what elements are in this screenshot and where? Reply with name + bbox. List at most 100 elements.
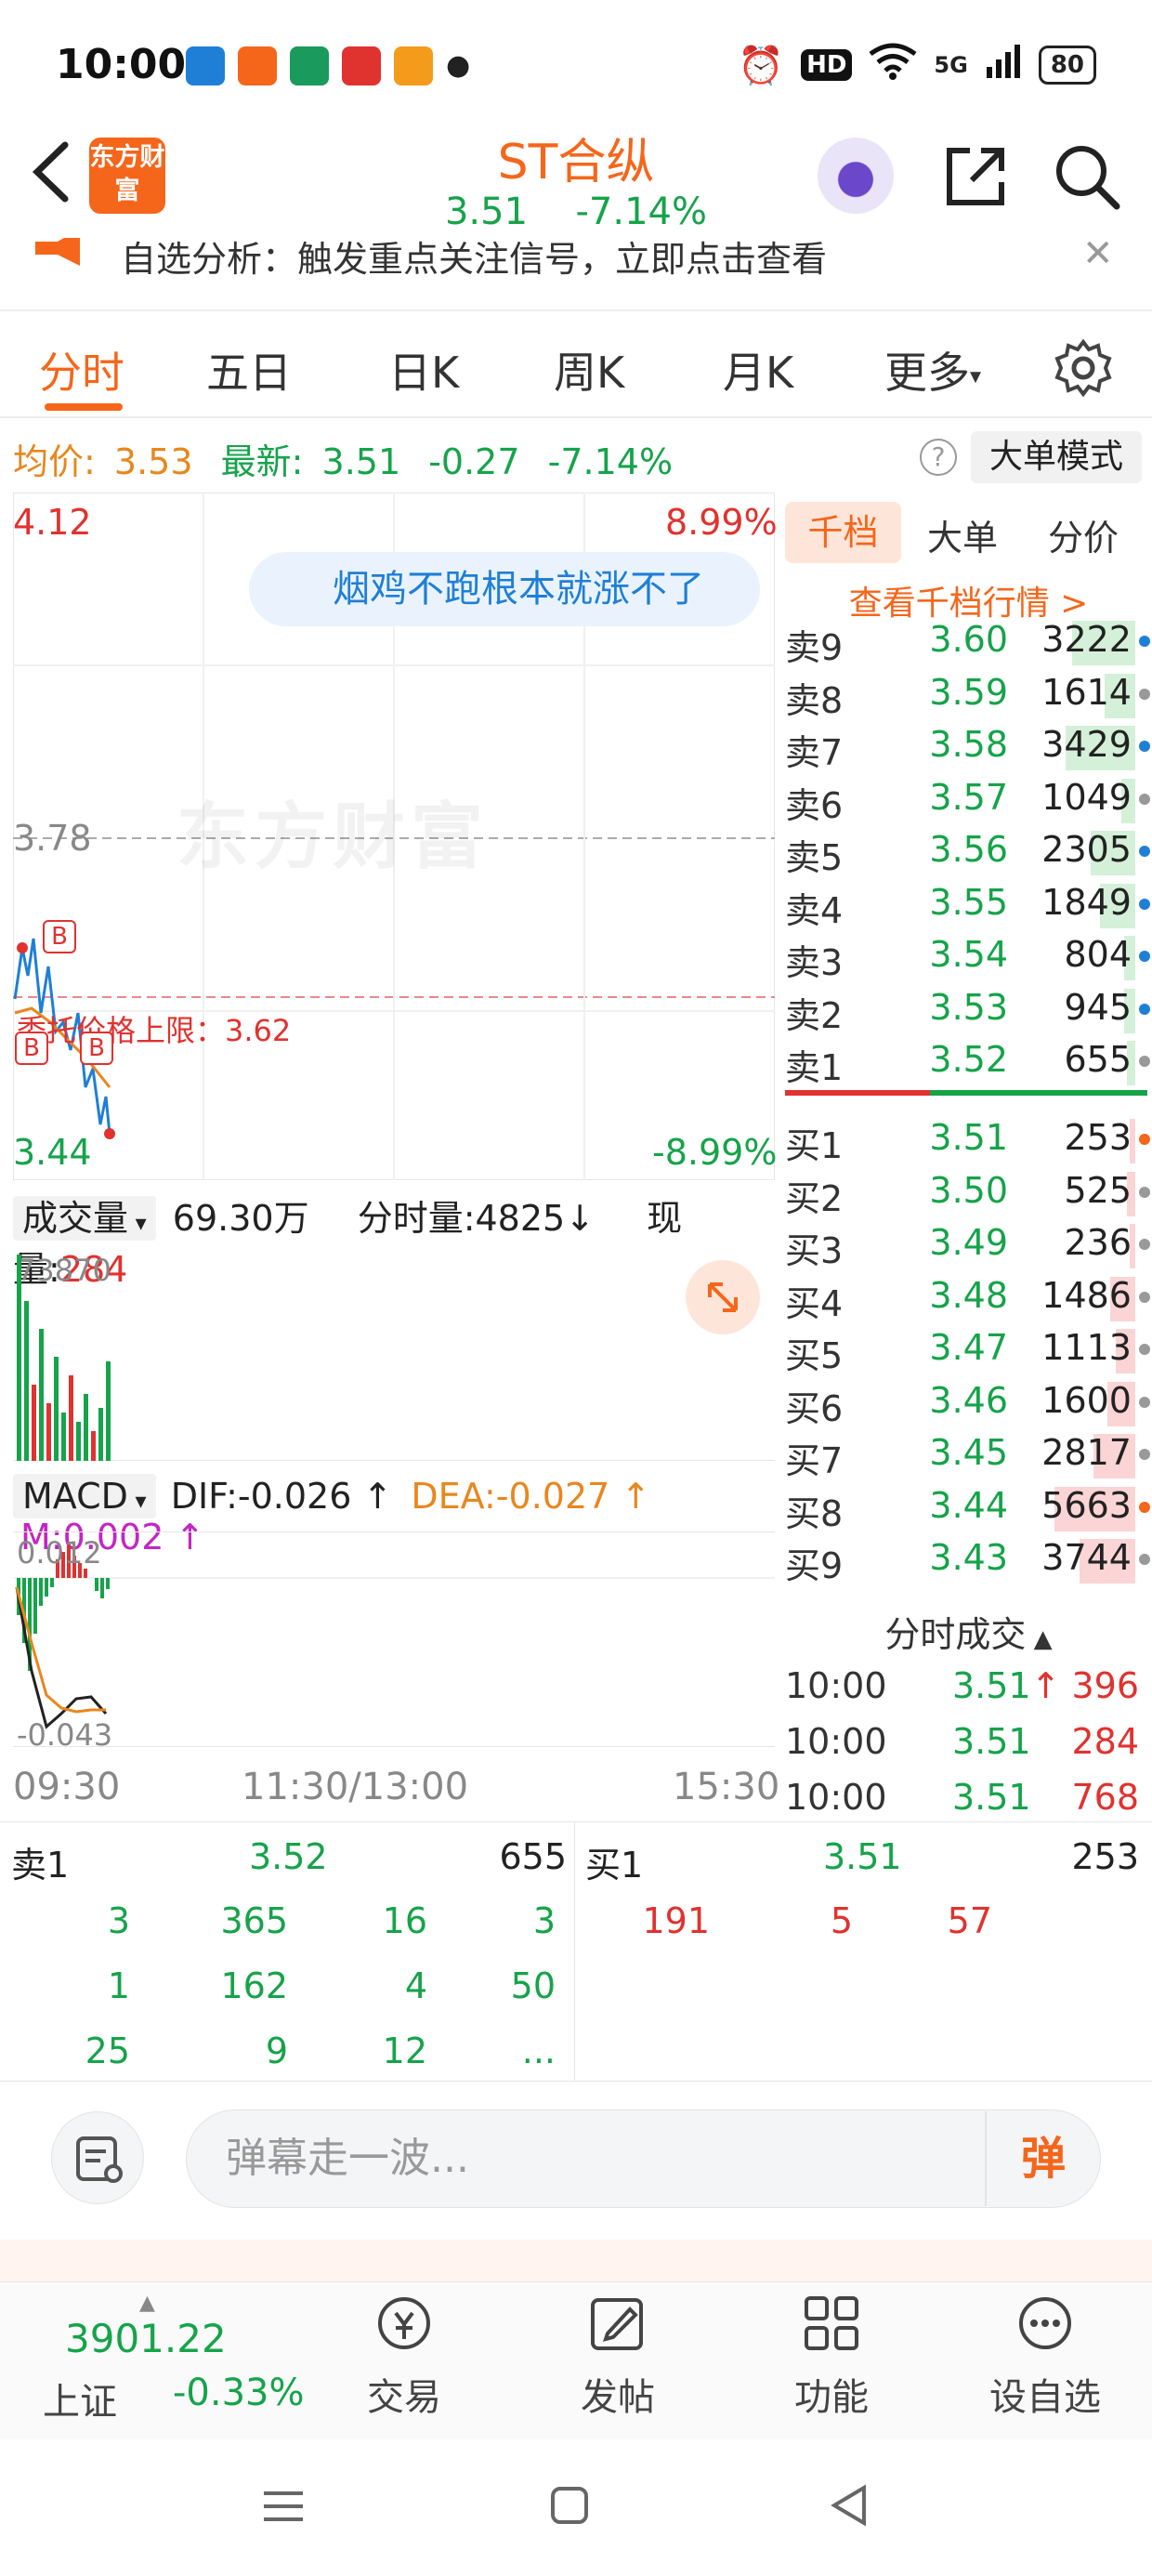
danmaku-bubble[interactable]: 烟鸡不跑根本就涨不了 bbox=[249, 552, 760, 626]
tab-price-distribution[interactable]: 分价 bbox=[1048, 509, 1119, 560]
orderbook-row[interactable]: 卖9 3.60 3222 bbox=[785, 615, 1152, 668]
level-dot-icon bbox=[1139, 898, 1150, 910]
orderbook-row[interactable]: 买4 3.48 1486 bbox=[785, 1271, 1152, 1324]
tab-big-orders[interactable]: 大单 bbox=[927, 509, 998, 560]
danmaku-send-button[interactable]: 弹 bbox=[985, 2111, 1100, 2206]
orderbook-row[interactable]: 买2 3.50 525 bbox=[785, 1166, 1152, 1219]
recent-apps-icon[interactable] bbox=[260, 2488, 307, 2529]
help-icon[interactable]: ? bbox=[920, 439, 957, 476]
time-axis-end: 15:30 bbox=[673, 1766, 780, 1808]
stock-price-line: 3.51 -7.14% bbox=[372, 191, 780, 233]
level-dot-icon bbox=[1139, 1554, 1150, 1565]
megaphone-icon bbox=[32, 229, 87, 271]
level-dot-icon bbox=[1139, 1344, 1150, 1355]
back-nav-icon[interactable] bbox=[829, 2484, 871, 2530]
level-dot-icon bbox=[1139, 1056, 1150, 1067]
chart-high: 4.12 bbox=[13, 502, 92, 543]
tab-five-day[interactable]: 五日 bbox=[206, 339, 292, 401]
orderbook-row[interactable]: 卖2 3.53 945 bbox=[785, 983, 1152, 1036]
level2-divider bbox=[574, 1821, 575, 2082]
l2-sell-queue-cell: 1 bbox=[107, 1965, 130, 2006]
level-price: 3.43 bbox=[929, 1537, 1008, 1578]
l2-buy-queue-cell: 5 bbox=[830, 1900, 853, 1941]
buy-marker-icon: B bbox=[80, 1032, 113, 1065]
index-value[interactable]: 3901.22 bbox=[65, 2316, 227, 2361]
share-icon[interactable] bbox=[938, 139, 1013, 214]
l2-sell-label: 卖1 bbox=[11, 1845, 70, 1886]
level-price: 3.48 bbox=[929, 1274, 1008, 1316]
time-sales-row[interactable]: 10:00 3.51 284 bbox=[785, 1721, 1152, 1775]
l2-sell-queue-cell: 25 bbox=[85, 2031, 130, 2071]
index-change[interactable]: -0.33% bbox=[173, 2372, 305, 2414]
nav-functions[interactable]: 功能 bbox=[762, 2291, 901, 2421]
volume-period: 4825 bbox=[475, 1198, 566, 1239]
orderbook-row[interactable]: 买8 3.44 5663 bbox=[785, 1481, 1152, 1534]
time-sales-title[interactable]: 分时成交 ▲ bbox=[785, 1606, 1152, 1657]
back-icon[interactable] bbox=[28, 139, 74, 215]
stock-price: 3.51 bbox=[444, 191, 529, 233]
orderbook-row[interactable]: 买3 3.49 236 bbox=[785, 1218, 1152, 1271]
index-name[interactable]: 上证 bbox=[43, 2372, 117, 2425]
volume-selector[interactable]: 成交量 ▾ bbox=[13, 1196, 156, 1241]
level-volume: 1486 bbox=[1041, 1274, 1132, 1316]
settings-gear-icon[interactable] bbox=[1054, 338, 1113, 398]
orderbook-row[interactable]: 卖4 3.55 1849 bbox=[785, 878, 1152, 931]
trade-time: 10:00 bbox=[785, 1665, 887, 1706]
trade-volume: 284 bbox=[1071, 1721, 1139, 1762]
up-arrow-icon: ↑ bbox=[1030, 1665, 1061, 1706]
index-up-arrow-icon: ▲ bbox=[139, 2292, 155, 2315]
level-dot-icon bbox=[1139, 1186, 1150, 1198]
orderbook-row[interactable]: 卖1 3.52 655 bbox=[785, 1035, 1152, 1088]
tab-weekly-k[interactable]: 周K bbox=[554, 339, 624, 401]
nav-add-watchlist[interactable]: 设自选 bbox=[975, 2291, 1115, 2421]
stock-name[interactable]: ST合纵 bbox=[372, 123, 780, 192]
nav-trade[interactable]: 交易 bbox=[334, 2291, 474, 2421]
latest-label: 最新: bbox=[220, 441, 304, 482]
close-icon[interactable]: ✕ bbox=[1082, 232, 1114, 275]
trade-volume: 396 bbox=[1071, 1665, 1139, 1706]
home-icon[interactable] bbox=[548, 2484, 591, 2530]
tab-daily-k[interactable]: 日K bbox=[388, 339, 459, 401]
level-volume: 3222 bbox=[1041, 619, 1132, 660]
orderbook-row[interactable]: 卖6 3.57 1049 bbox=[785, 773, 1152, 826]
comment-list-icon[interactable] bbox=[51, 2111, 144, 2204]
trade-price: 3.51 bbox=[952, 1721, 1031, 1762]
time-sales-row[interactable]: 10:00 3.51↑ 396 bbox=[785, 1665, 1152, 1719]
change-pct: -7.14% bbox=[547, 441, 674, 482]
search-icon[interactable] bbox=[1050, 139, 1124, 214]
level-price: 3.58 bbox=[929, 724, 1008, 765]
order-limit-label: 委托价格上限：3.62 bbox=[17, 1013, 292, 1048]
orderbook-row[interactable]: 买5 3.47 1113 bbox=[785, 1323, 1152, 1376]
danmaku-input[interactable]: 弹幕走一波... bbox=[186, 2109, 1101, 2208]
orderbook-row[interactable]: 买7 3.45 2817 bbox=[785, 1428, 1152, 1481]
level-name: 卖8 bbox=[785, 679, 844, 721]
orderbook-row[interactable]: 卖5 3.56 2305 bbox=[785, 825, 1152, 878]
level-dot-icon bbox=[1139, 951, 1150, 962]
tab-more[interactable]: 更多▾ bbox=[884, 339, 981, 401]
orderbook-row[interactable]: 买6 3.46 1600 bbox=[785, 1376, 1152, 1429]
spread-divider bbox=[785, 1090, 1147, 1096]
tab-thousand-levels[interactable]: 千档 bbox=[785, 502, 901, 563]
wifi-icon bbox=[869, 43, 917, 87]
nav-trade-label: 交易 bbox=[367, 2376, 441, 2419]
level-price: 3.50 bbox=[929, 1169, 1008, 1211]
tab-monthly-k[interactable]: 月K bbox=[723, 339, 793, 401]
level-volume: 525 bbox=[1064, 1169, 1132, 1211]
orderbook-row[interactable]: 卖3 3.54 804 bbox=[785, 930, 1152, 983]
active-tab-indicator bbox=[45, 403, 123, 411]
ai-robot-icon[interactable] bbox=[818, 138, 894, 214]
macd-selector[interactable]: MACD ▾ bbox=[13, 1474, 156, 1518]
macd-dif: DIF:-0.026 bbox=[170, 1476, 352, 1517]
orderbook-row[interactable]: 卖8 3.59 1614 bbox=[785, 668, 1152, 721]
orderbook-row[interactable]: 买1 3.51 253 bbox=[785, 1113, 1152, 1166]
notice-text[interactable]: 自选分析：触发重点关注信号，立即点击查看 bbox=[121, 230, 827, 282]
tab-intraday[interactable]: 分时 bbox=[39, 339, 124, 401]
big-order-mode-button[interactable]: 大单模式 bbox=[971, 431, 1142, 483]
expand-icon[interactable] bbox=[686, 1260, 760, 1334]
battery-icon: 80 bbox=[1038, 46, 1096, 85]
orderbook-row[interactable]: 买9 3.43 3744 bbox=[785, 1533, 1152, 1586]
orderbook-row[interactable]: 卖7 3.58 3429 bbox=[785, 720, 1152, 773]
l2-buy-vol: 253 bbox=[1071, 1836, 1139, 1877]
level-volume: 804 bbox=[1064, 934, 1132, 975]
nav-post[interactable]: 发帖 bbox=[548, 2291, 687, 2421]
